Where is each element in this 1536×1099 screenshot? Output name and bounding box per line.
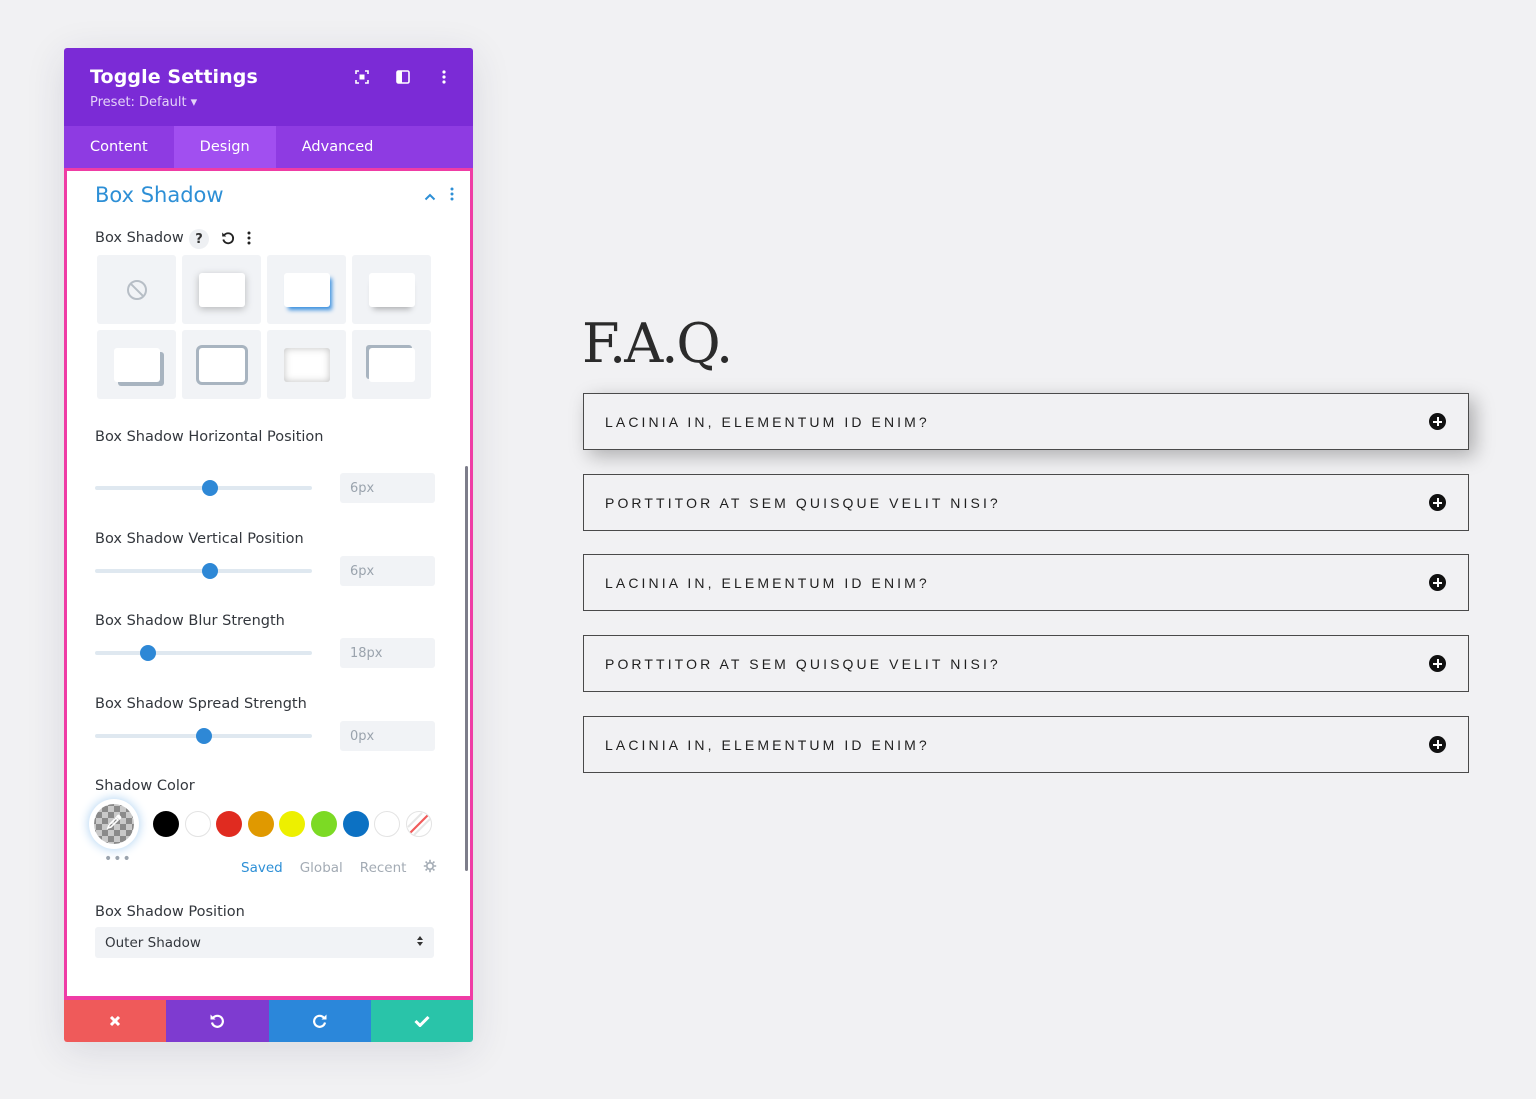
swatch-black[interactable] — [153, 811, 179, 837]
preset-offset-bottom-left[interactable] — [97, 330, 176, 399]
redo-button[interactable] — [268, 1000, 371, 1042]
box-shadow-presets — [97, 255, 431, 399]
cancel-button[interactable] — [64, 1000, 167, 1042]
faq-question: LACINIA IN, ELEMENTUM ID ENIM? — [605, 574, 930, 591]
faq-question: PORTTITOR AT SEM QUISQUE VELIT NISI? — [605, 655, 1001, 672]
plus-circle-icon[interactable] — [1429, 413, 1446, 430]
palette-tab-global[interactable]: Global — [300, 860, 343, 876]
more-options-icon[interactable]: ••• — [104, 851, 132, 867]
vertical-position-label: Box Shadow Vertical Position — [95, 531, 304, 547]
plus-circle-icon[interactable] — [1429, 574, 1446, 591]
eyedropper-icon — [105, 813, 123, 835]
faq-toggle[interactable]: LACINIA IN, ELEMENTUM ID ENIM? — [583, 393, 1469, 450]
sidebar-layout-icon[interactable] — [394, 68, 412, 86]
color-swatches — [91, 801, 437, 847]
select-arrows-icon — [416, 935, 424, 951]
close-icon — [110, 1015, 121, 1027]
preset-all-around[interactable] — [182, 255, 261, 324]
plus-circle-icon[interactable] — [1429, 736, 1446, 753]
faq-toggle[interactable]: LACINIA IN, ELEMENTUM ID ENIM? — [583, 554, 1469, 611]
more-vertical-icon[interactable] — [435, 68, 453, 86]
panel-footer — [64, 1000, 473, 1042]
focus-icon[interactable] — [353, 68, 371, 86]
gear-icon[interactable] — [423, 859, 437, 877]
slider-thumb[interactable] — [140, 645, 157, 661]
slider-track[interactable] — [95, 651, 312, 655]
transparent-swatch-icon[interactable] — [405, 811, 432, 837]
blur-strength-slider — [95, 636, 435, 668]
color-picker[interactable] — [91, 801, 137, 847]
reset-icon[interactable] — [221, 230, 235, 249]
swatch-white[interactable] — [184, 811, 211, 837]
plus-circle-icon[interactable] — [1429, 494, 1446, 511]
swatch-yellow[interactable] — [279, 811, 306, 837]
scrollbar[interactable] — [465, 466, 468, 871]
swatch-red[interactable] — [216, 811, 243, 837]
preset-offset-top-left[interactable] — [352, 330, 431, 399]
spread-strength-slider — [95, 719, 435, 751]
faq-heading: F.A.Q. — [582, 312, 733, 375]
preset-bottom-right-blue[interactable] — [267, 255, 346, 324]
undo-button[interactable] — [166, 1000, 269, 1042]
panel-header: Toggle Settings Preset: Default ▾ — [64, 48, 473, 126]
check-icon — [414, 1015, 430, 1027]
redo-icon — [312, 1014, 327, 1028]
faq-toggle[interactable]: LACINIA IN, ELEMENTUM ID ENIM? — [583, 716, 1469, 773]
faq-question: PORTTITOR AT SEM QUISQUE VELIT NISI? — [605, 494, 1001, 511]
blur-strength-input[interactable] — [340, 638, 435, 668]
blur-strength-label: Box Shadow Blur Strength — [95, 613, 285, 629]
box-shadow-section: Box Shadow Box Shadow ? Box Shadow Horiz… — [64, 168, 473, 1000]
preset-inset[interactable] — [267, 330, 346, 399]
palette-tabs: Saved Global Recent — [241, 859, 437, 877]
faq-toggle[interactable]: PORTTITOR AT SEM QUISQUE VELIT NISI? — [583, 474, 1469, 531]
tab-advanced[interactable]: Advanced — [276, 126, 400, 168]
preset-bottom-soft[interactable] — [352, 255, 431, 324]
plus-circle-icon[interactable] — [1429, 655, 1446, 672]
horizontal-position-input[interactable] — [340, 473, 435, 503]
horizontal-position-slider — [95, 471, 435, 503]
shadow-color-label: Shadow Color — [95, 778, 195, 794]
vertical-position-input[interactable] — [340, 556, 435, 586]
slider-thumb[interactable] — [202, 563, 218, 579]
swatch-blue[interactable] — [342, 811, 369, 837]
vertical-position-slider — [95, 554, 435, 586]
spread-strength-label: Box Shadow Spread Strength — [95, 696, 307, 712]
swatch-white-2[interactable] — [374, 811, 401, 837]
preset-none[interactable] — [97, 255, 176, 324]
preset-dropdown[interactable]: Preset: Default ▾ — [90, 95, 447, 110]
spread-strength-input[interactable] — [340, 721, 435, 751]
help-icon[interactable]: ? — [189, 229, 209, 249]
chevron-up-icon[interactable] — [424, 186, 436, 205]
slider-thumb[interactable] — [195, 728, 212, 744]
palette-tab-recent[interactable]: Recent — [360, 860, 407, 876]
faq-question: LACINIA IN, ELEMENTUM ID ENIM? — [605, 736, 930, 753]
section-title[interactable]: Box Shadow — [95, 183, 224, 207]
shadow-position-label: Box Shadow Position — [95, 904, 245, 920]
save-button[interactable] — [370, 1000, 473, 1042]
toggle-settings-panel: Toggle Settings Preset: Default ▾ Conten… — [64, 48, 473, 1042]
faq-toggle[interactable]: PORTTITOR AT SEM QUISQUE VELIT NISI? — [583, 635, 1469, 692]
tab-content[interactable]: Content — [64, 126, 174, 168]
box-shadow-label: Box Shadow — [95, 230, 184, 246]
shadow-position-select[interactable]: Outer Shadow — [95, 927, 434, 958]
swatch-green[interactable] — [310, 811, 337, 837]
settings-tabs: Content Design Advanced — [64, 126, 473, 168]
swatch-orange[interactable] — [247, 811, 274, 837]
preset-border-all[interactable] — [182, 330, 261, 399]
faq-question: LACINIA IN, ELEMENTUM ID ENIM? — [605, 413, 930, 430]
tab-design[interactable]: Design — [173, 126, 276, 168]
undo-icon — [210, 1014, 225, 1028]
palette-tab-saved[interactable]: Saved — [241, 860, 283, 876]
slider-thumb[interactable] — [202, 480, 218, 496]
more-vertical-icon[interactable] — [247, 230, 251, 249]
select-value: Outer Shadow — [105, 934, 201, 951]
horizontal-position-label: Box Shadow Horizontal Position — [95, 429, 324, 445]
more-vertical-icon[interactable] — [450, 186, 454, 205]
